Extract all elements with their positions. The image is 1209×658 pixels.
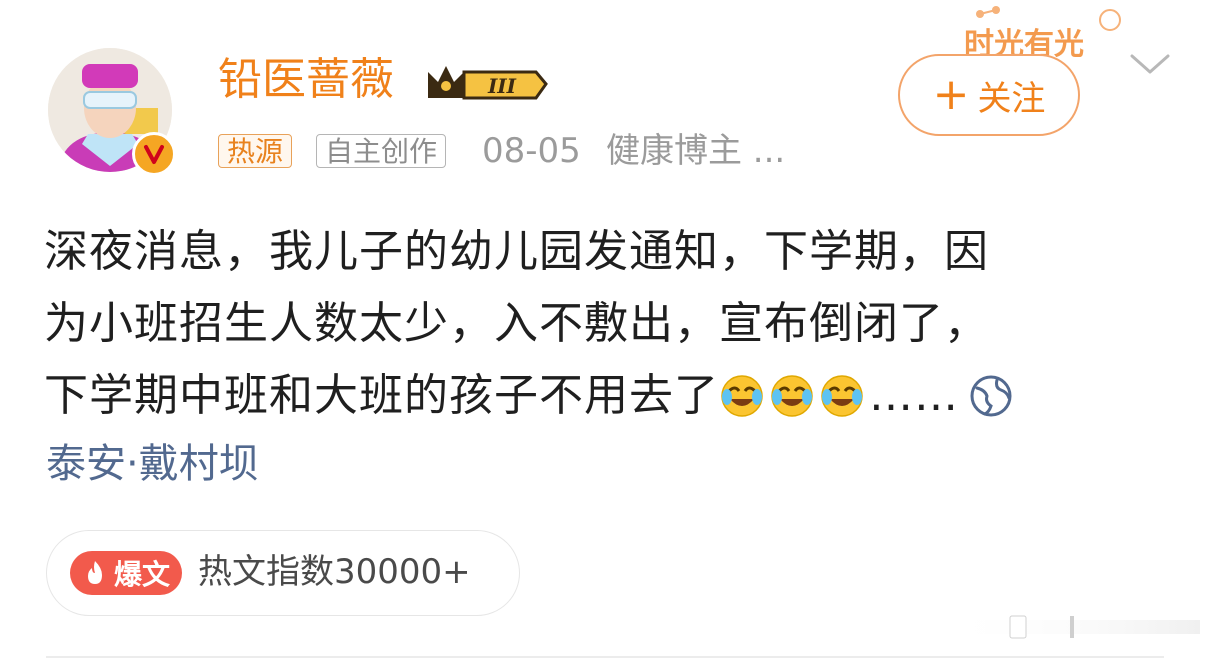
hot-article-badge: 爆文 bbox=[70, 551, 182, 595]
post-date: 08-05 bbox=[482, 131, 581, 171]
hot-source-tag[interactable]: 热源 bbox=[218, 134, 293, 168]
laughing-crying-emoji bbox=[771, 375, 813, 417]
plus-icon: + bbox=[932, 69, 970, 120]
laughing-crying-emoji bbox=[821, 375, 863, 417]
follow-button-label: 关注 bbox=[977, 78, 1046, 119]
author-category: 健康博主 ... bbox=[606, 131, 786, 171]
post-content: 深夜消息，我儿子的幼儿园发通知，下学期，因 为小班招生人数太少，入不敷出，宣布倒… bbox=[44, 216, 1154, 432]
chevron-down-icon[interactable] bbox=[1128, 50, 1172, 78]
post-line-2: 为小班招生人数太少，入不敷出，宣布倒闭了， bbox=[44, 298, 989, 349]
verified-v-icon bbox=[132, 132, 176, 176]
crown-level-badge-icon: III bbox=[428, 66, 548, 100]
post-line-3: 下学期中班和大班的孩子不用去了 …… bbox=[44, 360, 1154, 432]
laughing-crying-emoji bbox=[721, 375, 763, 417]
username[interactable]: 铅医蔷薇 bbox=[218, 52, 394, 108]
scroll-fade-decoration bbox=[940, 615, 1200, 639]
watermark-logo: 时光有光 bbox=[964, 6, 1121, 61]
post-line-3-text: 下学期中班和大班的孩子不用去了 bbox=[44, 370, 719, 421]
location-link[interactable]: 泰安·戴村坝 bbox=[46, 434, 259, 494]
flame-icon bbox=[88, 561, 102, 584]
globe-icon bbox=[970, 375, 1012, 417]
level-badge-text: III bbox=[487, 74, 517, 98]
hot-index-text: 热文指数30000+ bbox=[198, 552, 471, 592]
follow-button[interactable]: + 关注 bbox=[898, 54, 1080, 136]
hot-article-badge-label: 爆文 bbox=[114, 558, 171, 591]
original-content-tag[interactable]: 自主创作 bbox=[316, 134, 447, 168]
post-ellipsis: …… bbox=[869, 370, 959, 421]
post-line-1: 深夜消息，我儿子的幼儿园发通知，下学期，因 bbox=[44, 226, 989, 277]
